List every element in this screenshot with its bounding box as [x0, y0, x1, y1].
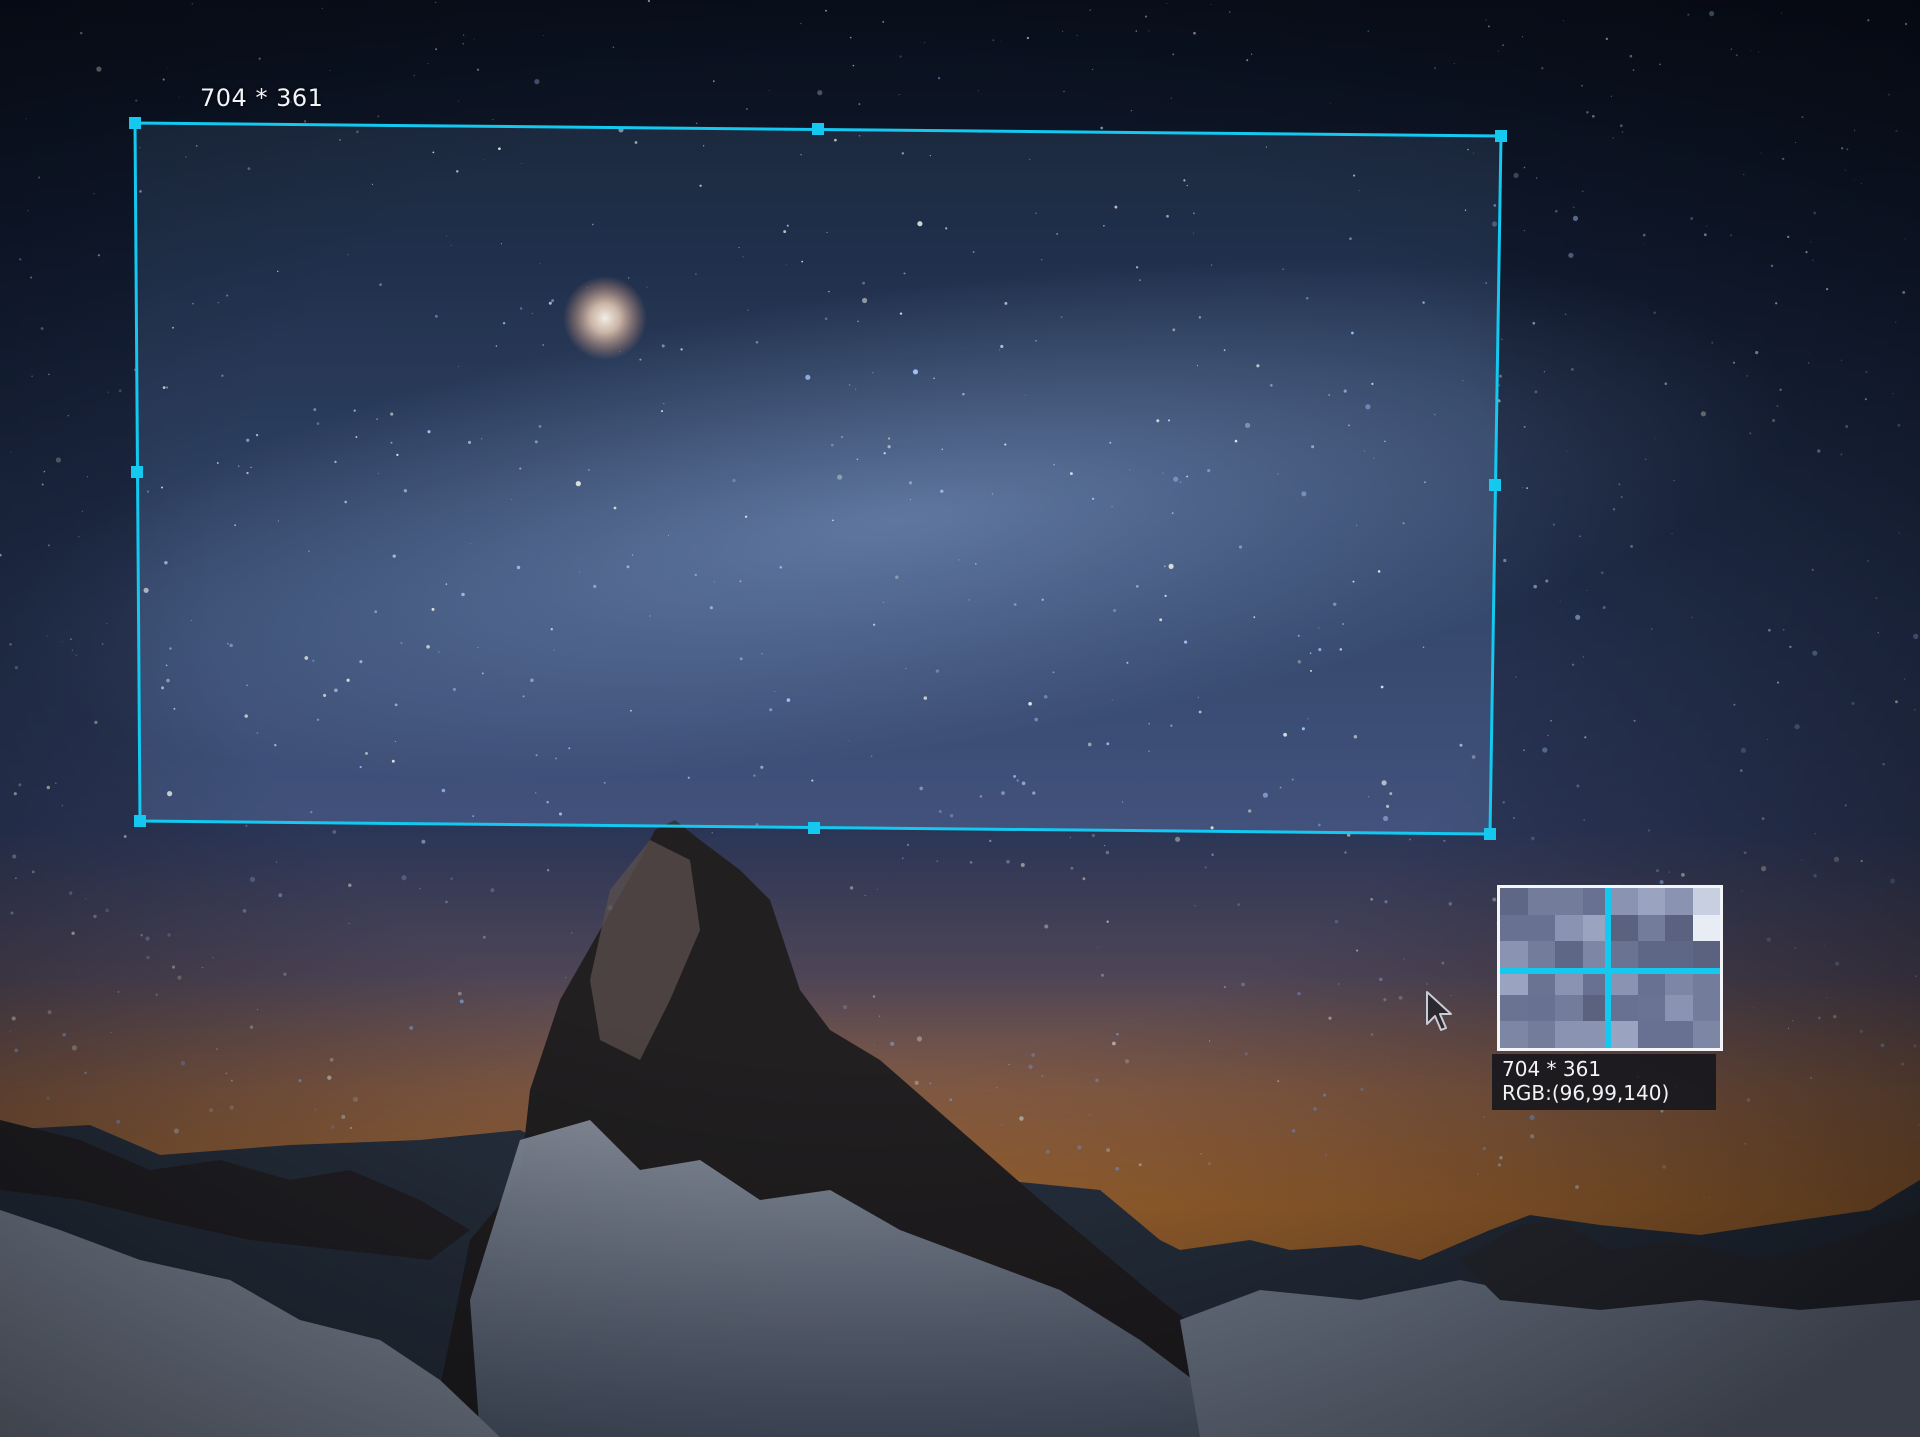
magnifier-pixel [1665, 888, 1693, 915]
magnifier-pixel [1610, 994, 1638, 1022]
magnifier-crosshair-vertical [1605, 888, 1611, 1048]
magnifier-pixel [1610, 888, 1638, 915]
magnifier-pixel [1610, 914, 1638, 942]
magnifier-pixel [1637, 941, 1665, 968]
magnifier-pixel [1637, 888, 1665, 915]
magnifier-pixel [1555, 914, 1583, 942]
magnifier-pixel [1637, 1021, 1665, 1048]
magnifier-pixel [1527, 888, 1555, 915]
magnifier-pixel [1555, 941, 1583, 968]
magnifier-pixel [1692, 941, 1720, 968]
info-size: 704 * 361 [1502, 1057, 1602, 1081]
magnifier-pixel [1555, 1021, 1583, 1048]
handle-bottom-center[interactable] [808, 822, 820, 834]
handle-top-center[interactable] [812, 123, 824, 135]
selection-size-label: 704 * 361 [200, 84, 324, 112]
handle-middle-right[interactable] [1489, 479, 1501, 491]
magnifier-pixel [1500, 914, 1528, 942]
magnifier-pixel [1692, 994, 1720, 1022]
info-rgb: RGB:(96,99,140) [1502, 1081, 1670, 1105]
magnifier-pixel [1555, 888, 1583, 915]
magnifier-preview [1497, 885, 1723, 1051]
handle-middle-left[interactable] [131, 466, 143, 478]
handle-bottom-right[interactable] [1484, 828, 1496, 840]
magnifier-pixel [1665, 914, 1693, 942]
magnifier-pixel [1500, 994, 1528, 1022]
magnifier-pixel [1692, 914, 1720, 942]
magnifier-pixel [1665, 994, 1693, 1022]
magnifier-pixel [1692, 1021, 1720, 1048]
magnifier-pixel [1500, 888, 1528, 915]
magnifier-pixel [1637, 994, 1665, 1022]
magnifier-pixel [1527, 994, 1555, 1022]
magnifier-pixel [1527, 914, 1555, 942]
screenshot-capture-screen[interactable]: 704 * 361 704 * 361 RGB:(96,99,140) [0, 0, 1920, 1437]
magnifier-pixel [1527, 1021, 1555, 1048]
magnifier-pixel [1555, 994, 1583, 1022]
magnifier-pixel [1610, 941, 1638, 968]
magnifier-pixel [1692, 888, 1720, 915]
selection-rectangle[interactable] [0, 0, 1920, 1437]
magnifier-pixel [1665, 1021, 1693, 1048]
handle-top-left[interactable] [129, 117, 141, 129]
magnifier-pixel [1610, 1021, 1638, 1048]
magnifier-pixel [1527, 941, 1555, 968]
magnifier-pixel [1665, 941, 1693, 968]
magnifier-pixel [1500, 1021, 1528, 1048]
capture-info-box: 704 * 361 RGB:(96,99,140) [1492, 1054, 1716, 1110]
arrow-cursor-icon [1426, 991, 1452, 1031]
handle-bottom-left[interactable] [134, 815, 146, 827]
magnifier-pixel [1500, 941, 1528, 968]
handle-top-right[interactable] [1495, 130, 1507, 142]
magnifier-pixel [1637, 914, 1665, 942]
